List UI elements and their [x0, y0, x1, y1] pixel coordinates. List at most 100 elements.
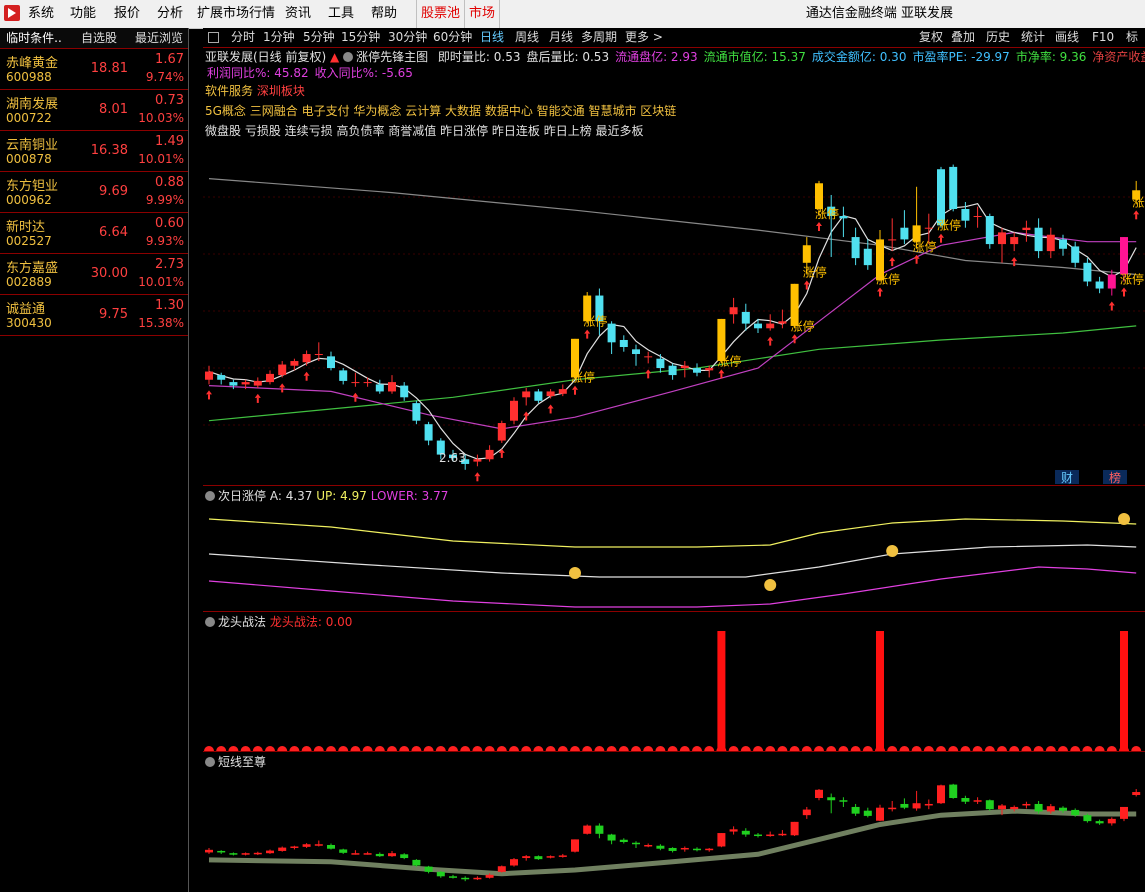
mini-candle-body	[851, 806, 860, 814]
menu-item-0[interactable]: 系统	[28, 0, 54, 28]
candle-body	[1059, 239, 1067, 249]
limit-up-label: 涨停	[876, 272, 900, 287]
stock-row[interactable]: 云南铜业 000878 16.38 1.49 10.01%	[0, 131, 188, 172]
stock-code: 000722	[6, 111, 52, 125]
rank-tag-label: 榜	[1109, 470, 1121, 485]
stock-row[interactable]: 湖南发展 000722 8.01 0.73 10.03%	[0, 90, 188, 131]
stock-name: 赤峰黄金	[6, 56, 59, 71]
quote-metric: 流通盘亿: 2.93	[615, 50, 698, 64]
stock-name: 东方钽业	[6, 179, 59, 194]
toolbar-button-2[interactable]: 历史	[986, 28, 1010, 47]
buy-arrow-icon	[1108, 301, 1115, 306]
tab-temp-condition[interactable]: 临时条件..	[0, 28, 68, 48]
main-kline-chart[interactable]: 涨停涨停涨停涨停涨停涨停涨停涨停涨停涨停涨停 5.24 2.63 财 榜	[203, 140, 1145, 485]
panel2-menu-icon[interactable]	[205, 491, 215, 501]
buy-arrow-stem	[805, 284, 808, 290]
buy-arrow-stem	[1123, 291, 1125, 297]
buy-arrow-icon	[1121, 287, 1127, 292]
panel3-chart[interactable]	[203, 629, 1145, 751]
period-item-1[interactable]: 1分钟	[263, 28, 295, 47]
period-item-3[interactable]: 15分钟	[341, 28, 380, 47]
menu-item-4[interactable]: 扩展市场行情	[197, 0, 275, 28]
period-item-8[interactable]: 月线	[549, 28, 573, 47]
stock-change-pct: 9.74%	[145, 70, 184, 84]
period-item-7[interactable]: 周线	[515, 28, 539, 47]
toolbar-button-3[interactable]: 统计	[1021, 28, 1045, 47]
period-item-5[interactable]: 60分钟	[433, 28, 472, 47]
menu-highlight-1[interactable]: 市场	[464, 0, 501, 28]
limit-up-label: 涨停	[791, 318, 815, 333]
mini-candle-body	[205, 849, 213, 853]
indicator-name[interactable]: 涨停先锋主图	[356, 50, 428, 64]
toolbar-button-5[interactable]: F10	[1092, 28, 1114, 47]
stock-row[interactable]: 诚益通 300430 9.75 1.30 15.38%	[0, 295, 188, 336]
growth-metric: 利润同比%: 45.82	[207, 66, 309, 80]
candle-body	[888, 239, 897, 241]
toolbar-button-6[interactable]: 标	[1126, 28, 1138, 47]
region-board: 深圳板块	[256, 84, 305, 98]
stock-row[interactable]: 赤峰黄金 600988 18.81 1.67 9.74%	[0, 49, 188, 90]
stock-row[interactable]: 东方嘉盛 002889 30.00 2.73 10.01%	[0, 254, 188, 295]
mini-candle-body	[888, 807, 897, 810]
panel3-menu-icon[interactable]	[205, 617, 215, 627]
stock-price: 8.01	[99, 102, 128, 117]
panel2-chart[interactable]	[203, 503, 1145, 611]
panel2-title: 次日涨停 A: 4.37 UP: 4.97 LOWER: 3.77	[205, 487, 448, 504]
stock-change-pct: 9.99%	[145, 193, 184, 207]
period-item-9[interactable]: 多周期	[581, 28, 617, 47]
buy-arrow-stem	[647, 373, 650, 379]
tab-recent[interactable]: 最近浏览	[130, 28, 188, 48]
stock-name: 新时达	[6, 220, 46, 235]
stock-title: 亚联发展(日线 前复权)	[205, 50, 327, 64]
menu-item-5[interactable]: 资讯	[285, 0, 311, 28]
menu-item-2[interactable]: 报价	[114, 0, 140, 28]
period-item-0[interactable]: 分时	[231, 28, 255, 47]
up-arrow-icon: ▲	[330, 50, 340, 64]
candle-body	[985, 216, 994, 245]
buy-arrow-stem	[549, 408, 552, 414]
buy-arrow-icon	[718, 369, 725, 374]
mini-candle-body	[1059, 807, 1067, 811]
menu-highlight-0[interactable]: 股票池	[416, 0, 466, 28]
panel4-chart[interactable]	[203, 769, 1145, 892]
panel4-menu-icon[interactable]	[205, 757, 215, 767]
candle-body	[534, 391, 543, 401]
mini-candle-body	[973, 800, 982, 802]
growth-metrics: 利润同比%: 45.82 收入同比%: -5.65	[205, 66, 413, 80]
stock-row[interactable]: 新时达 002527 6.64 0.60 9.93%	[0, 213, 188, 254]
candle-body	[778, 321, 787, 324]
period-item-2[interactable]: 5分钟	[303, 28, 335, 47]
stock-name: 诚益通	[6, 302, 46, 317]
period-item-10[interactable]: 更多 >	[625, 28, 663, 47]
tab-watchlist[interactable]: 自选股	[68, 28, 130, 48]
buy-arrow-icon	[816, 222, 822, 227]
mini-candle-body	[363, 853, 372, 855]
menu-item-6[interactable]: 工具	[328, 0, 354, 28]
panel2-upper-line	[208, 518, 1137, 548]
layout-toggle-icon[interactable]	[208, 32, 219, 43]
mini-candle-body	[705, 848, 714, 851]
industry: 软件服务	[205, 84, 254, 98]
indicator-menu-icon[interactable]	[343, 52, 354, 62]
candle-body	[375, 384, 384, 392]
menu-item-3[interactable]: 分析	[157, 0, 183, 28]
menu-item-7[interactable]: 帮助	[371, 0, 397, 28]
buy-arrow-icon	[938, 233, 944, 238]
period-item-4[interactable]: 30分钟	[388, 28, 427, 47]
candle-body	[339, 370, 348, 381]
menu-item-1[interactable]: 功能	[70, 0, 96, 28]
candle-body	[400, 385, 409, 398]
stock-price: 18.81	[90, 61, 128, 76]
period-item-6[interactable]: 日线	[480, 28, 504, 47]
toolbar-button-1[interactable]: 叠加	[951, 28, 975, 47]
left-panel-tabs: 临时条件.. 自选股 最近浏览	[0, 28, 188, 49]
candle-body	[327, 356, 335, 369]
stock-change-pct: 10.03%	[138, 111, 184, 125]
candle-body	[644, 356, 653, 358]
stock-code: 600988	[6, 70, 52, 84]
toolbar-button-4[interactable]: 画线	[1055, 28, 1079, 47]
limit-up-label: 涨停	[815, 206, 839, 221]
stock-row[interactable]: 东方钽业 000962 9.69 0.88 9.99%	[0, 172, 188, 213]
candle-body	[632, 349, 640, 355]
toolbar-button-0[interactable]: 复权	[919, 28, 943, 47]
